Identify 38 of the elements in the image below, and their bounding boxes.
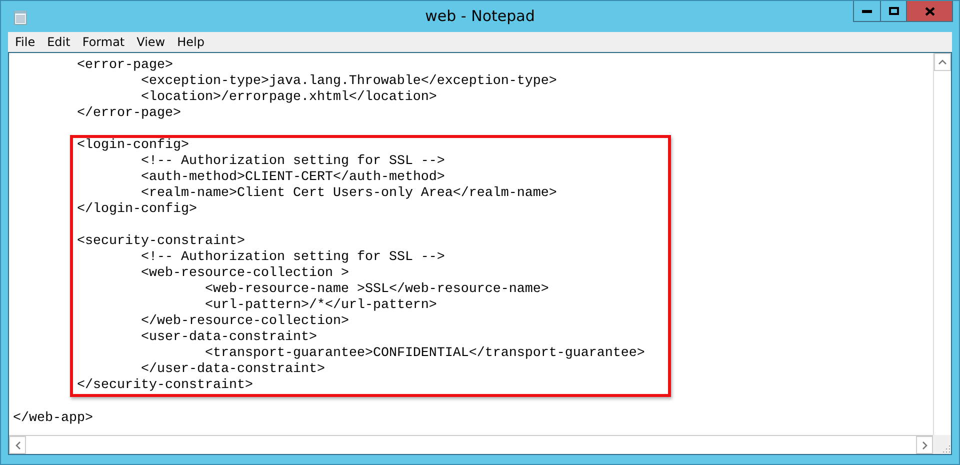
code-line: <!-- Authorization setting for SSL --> xyxy=(140,250,446,266)
code-line: </web-resource-collection> xyxy=(140,314,350,330)
menu-item[interactable]: Format xyxy=(76,35,131,49)
menu-item[interactable]: File xyxy=(9,35,42,49)
chevron-up-icon xyxy=(938,59,947,65)
code-line: <login-config> xyxy=(77,138,190,154)
close-icon xyxy=(924,6,934,16)
close-button[interactable] xyxy=(906,1,952,21)
scroll-right-button[interactable] xyxy=(916,436,933,454)
scroll-left-button[interactable] xyxy=(9,436,26,454)
code-line: <user-data-constraint> xyxy=(140,330,318,346)
code-line: <web-resource-collection > xyxy=(140,266,350,282)
code-line: </web-app> xyxy=(13,411,93,427)
code-line: <web-resource-name >SSL</web-resource-name> xyxy=(204,282,550,298)
maximize-icon xyxy=(888,7,898,15)
minimize-icon xyxy=(862,10,872,12)
code-line: <location>/errorpage.xhtml</location> xyxy=(140,90,438,106)
resize-grip-icon[interactable] xyxy=(942,445,951,454)
menu-item[interactable]: Edit xyxy=(41,35,76,49)
chevron-right-icon xyxy=(922,440,928,450)
code-line: </error-page> xyxy=(76,106,182,122)
code-line: <exception-type>java.lang.Throwable</exception-type> xyxy=(140,74,557,90)
scroll-up-button[interactable] xyxy=(934,53,951,71)
menu-item[interactable]: View xyxy=(130,35,172,49)
code-line: <security-constraint> xyxy=(77,234,246,250)
code-line: <realm-name>Client Cert Users-only Area</realm-name> xyxy=(140,186,558,202)
code-line: <transport-guarantee>CONFIDENTIAL</transport-guarantee> xyxy=(204,346,646,362)
code-line: <url-pattern>/*</url-pattern> xyxy=(204,298,438,314)
notepad-icon xyxy=(14,10,27,25)
code-line: </user-data-constraint> xyxy=(140,362,326,378)
code-line: <auth-method>CLIENT-CERT</auth-method> xyxy=(140,170,446,186)
code-line: </security-constraint> xyxy=(77,378,254,394)
menu-item[interactable]: Help xyxy=(171,35,210,49)
code-line: <error-page> xyxy=(76,58,174,74)
chevron-left-icon xyxy=(14,440,20,450)
code-line: </login-config> xyxy=(77,202,198,218)
code-line: <!-- Authorization setting for SSL --> xyxy=(140,154,446,170)
window-title: web - Notepad xyxy=(424,7,536,25)
